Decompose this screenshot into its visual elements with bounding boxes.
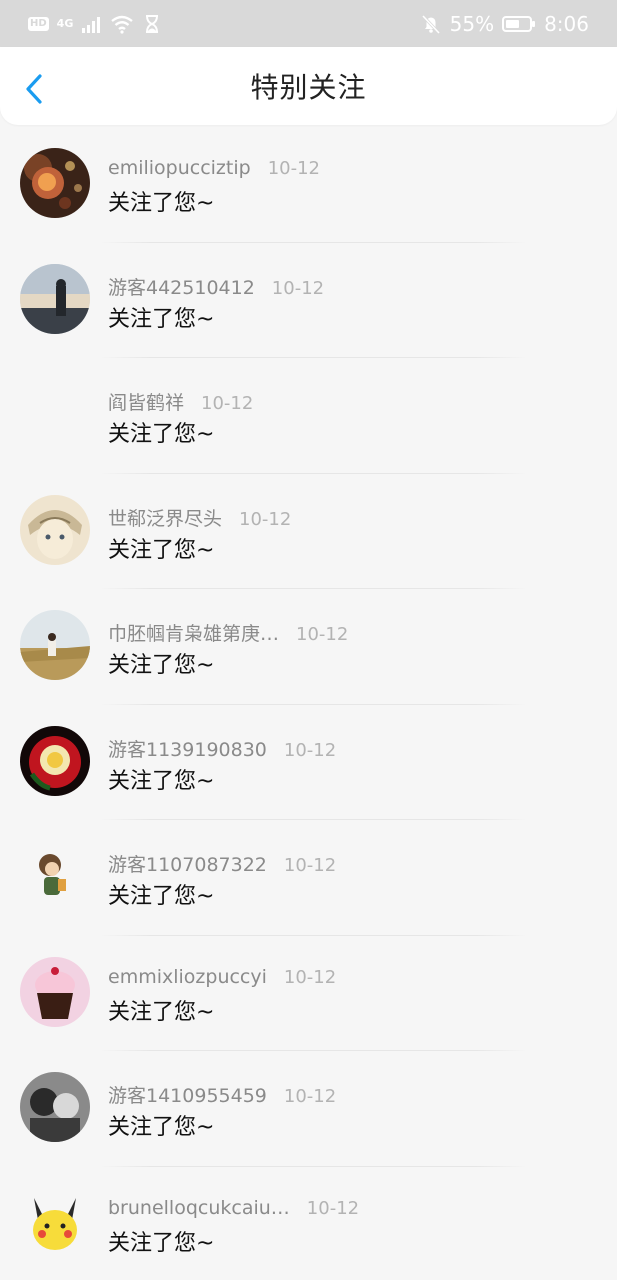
back-button[interactable] <box>14 69 54 109</box>
item-date: 10-12 <box>283 739 337 761</box>
item-message: 关注了您~ <box>108 1115 215 1140</box>
item-date: 10-12 <box>267 158 321 179</box>
list-item[interactable]: 游客1139190830 10-12 关注了您~ <box>0 705 617 820</box>
item-meta: brunelloqcukcaiu… 10-12 <box>108 1197 359 1219</box>
network-type: 4G <box>56 16 74 30</box>
avatar[interactable] <box>20 263 90 334</box>
user-name[interactable]: brunelloqcukcaiu… <box>108 1197 290 1219</box>
user-name[interactable]: 巾胚帼肯枭雄第庚… <box>108 619 279 646</box>
item-meta: 阎皆鹤祥 10-12 <box>108 388 253 415</box>
avatar-rose-image <box>20 725 90 796</box>
item-meta: 游客1139190830 10-12 <box>108 735 336 762</box>
item-meta: emmixliozpuccyi 10-12 <box>108 966 336 988</box>
item-date: 10-12 <box>283 966 337 988</box>
item-meta: 游客442510412 10-12 <box>108 273 324 300</box>
avatar-pikachu-image <box>20 1187 90 1258</box>
app-header: 特别关注 <box>0 47 617 125</box>
item-meta: 游客1107087322 10-12 <box>108 850 336 877</box>
item-message: 关注了您~ <box>108 999 215 1025</box>
user-name[interactable]: 游客1410955459 <box>108 1081 267 1108</box>
status-left: HD 4G <box>28 14 163 34</box>
notification-list: emiliopucciztip 10-12 关注了您~ 游客442510412 … <box>0 127 617 1280</box>
avatar[interactable] <box>20 148 90 218</box>
clock: 8:06 <box>544 11 589 36</box>
list-item[interactable]: 游客1107087322 10-12 关注了您~ <box>0 820 617 936</box>
user-name[interactable]: 游客1107087322 <box>108 850 267 877</box>
wifi-icon <box>111 15 134 34</box>
avatar[interactable] <box>20 1072 90 1142</box>
item-message: 关注了您~ <box>108 768 215 794</box>
item-meta: emiliopucciztip 10-12 <box>108 157 320 179</box>
user-name[interactable]: emiliopucciztip <box>108 157 251 179</box>
item-meta: 巾胚帼肯枭雄第庚… 10-12 <box>108 619 348 646</box>
user-name[interactable]: 阎皆鹤祥 <box>108 388 184 415</box>
list-item[interactable]: 阎皆鹤祥 10-12 关注了您~ <box>0 358 617 474</box>
item-message: 关注了您~ <box>108 422 215 447</box>
avatar-anime-sketch-image <box>20 494 90 565</box>
battery-percent: 55% <box>449 11 495 36</box>
avatar-cartoon-kid-image <box>20 841 90 911</box>
item-message: 关注了您~ <box>108 1230 215 1256</box>
hourglass-icon <box>146 14 159 33</box>
item-date: 10-12 <box>296 624 349 645</box>
list-item[interactable]: 游客1410955459 10-12 关注了您~ <box>0 1051 617 1167</box>
list-item[interactable]: 世郗泛界尽头 10-12 关注了您~ <box>0 474 617 589</box>
chevron-left-icon <box>26 74 42 104</box>
item-message: 关注了您~ <box>108 306 215 332</box>
signal-icon <box>82 16 101 33</box>
avatar[interactable] <box>20 610 90 680</box>
item-date: 10-12 <box>271 277 325 299</box>
avatar-cupcake-image <box>20 956 90 1027</box>
avatar-lantern-image <box>20 148 90 218</box>
avatar-bw-couple-image <box>20 1072 90 1142</box>
user-name[interactable]: 游客1139190830 <box>108 735 267 762</box>
avatar[interactable] <box>20 956 90 1027</box>
avatar[interactable] <box>20 1187 90 1258</box>
item-date: 10-12 <box>306 1197 360 1219</box>
list-item[interactable]: 巾胚帼肯枭雄第庚… 10-12 关注了您~ <box>0 589 617 705</box>
item-message: 关注了您~ <box>108 191 215 216</box>
item-message: 关注了您~ <box>108 537 215 563</box>
hd-badge: HD <box>28 16 49 31</box>
user-name[interactable]: 世郗泛界尽头 <box>108 504 222 531</box>
list-item[interactable]: emmixliozpuccyi 10-12 关注了您~ <box>0 936 617 1051</box>
item-date: 10-12 <box>239 508 292 530</box>
item-date: 10-12 <box>283 855 337 876</box>
item-message: 关注了您~ <box>108 653 215 678</box>
page-title: 特别关注 <box>250 71 367 104</box>
item-message: 关注了您~ <box>108 884 215 909</box>
item-meta: 世郗泛界尽头 10-12 <box>108 504 291 531</box>
status-bar: HD 4G 55% 8:06 <box>0 0 617 47</box>
avatar[interactable] <box>20 494 90 565</box>
avatar-field-girl-image <box>20 610 90 680</box>
item-date: 10-12 <box>283 1086 337 1107</box>
list-item[interactable]: brunelloqcukcaiu… 10-12 关注了您~ <box>0 1167 617 1280</box>
user-name[interactable]: 游客442510412 <box>108 273 255 300</box>
status-right: 55% 8:06 <box>420 12 589 36</box>
list-item[interactable]: 游客442510412 10-12 关注了您~ <box>0 243 617 358</box>
bell-muted-icon <box>421 14 440 34</box>
user-name[interactable]: emmixliozpuccyi <box>108 966 267 988</box>
battery-icon <box>502 15 536 32</box>
list-item[interactable]: emiliopucciztip 10-12 关注了您~ <box>0 127 617 243</box>
item-meta: 游客1410955459 10-12 <box>108 1081 336 1108</box>
avatar-sky-person-image <box>20 263 90 334</box>
item-date: 10-12 <box>201 393 254 414</box>
avatar[interactable] <box>20 841 90 911</box>
avatar[interactable] <box>20 725 90 796</box>
